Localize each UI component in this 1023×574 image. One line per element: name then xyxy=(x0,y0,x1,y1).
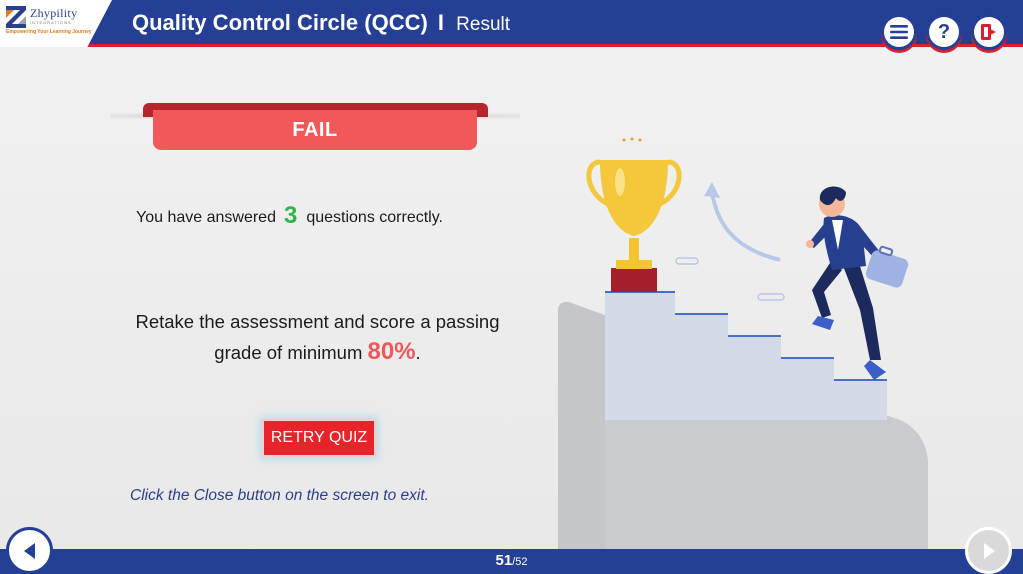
growth-arrow xyxy=(710,191,781,262)
page-title: Quality Control Circle (QCC) I Result xyxy=(132,10,510,36)
staircase-trophy-illustration xyxy=(558,137,928,550)
title-separator: I xyxy=(437,10,445,35)
section-title: Result xyxy=(456,14,511,35)
exit-instruction: Click the Close button on the screen to … xyxy=(130,487,429,504)
retake-text: Retake the assessment and score a passin… xyxy=(135,311,500,363)
retake-period: . xyxy=(415,342,421,363)
logo-name: Zhypility xyxy=(30,6,78,20)
climbing-person xyxy=(806,186,909,380)
retake-message: Retake the assessment and score a passin… xyxy=(110,307,525,368)
logo-tagline: Empowering Your Learning Journey xyxy=(6,29,92,35)
logo-subtitle: INTEGRATIONS xyxy=(30,20,72,25)
result-status-banner: FAIL xyxy=(153,110,477,150)
trophy-icon xyxy=(586,137,682,292)
score-prefix: You have answered xyxy=(136,209,276,226)
help-icon: ? xyxy=(937,20,951,43)
logo-mark-icon xyxy=(6,6,26,28)
hamburger-menu-icon xyxy=(890,25,908,39)
page-counter: 51/52 xyxy=(0,552,1023,569)
course-title: Quality Control Circle (QCC) xyxy=(132,10,428,35)
hill-front xyxy=(558,302,605,550)
exit-door-icon xyxy=(981,24,996,40)
passing-grade: 80% xyxy=(367,338,416,365)
chevron-right-icon xyxy=(983,542,995,559)
result-screen: Zhypility INTEGRATIONS Empowering Your L… xyxy=(0,0,1023,574)
retry-quiz-button[interactable]: RETRY QUIZ xyxy=(264,421,374,455)
score-suffix: questions correctly. xyxy=(306,209,443,226)
menu-button[interactable] xyxy=(881,14,917,50)
total-pages: /52 xyxy=(512,556,528,568)
correct-count: 3 xyxy=(283,202,298,229)
help-button[interactable]: ? xyxy=(926,14,962,50)
score-message: You have answered 3 questions correctly. xyxy=(136,202,443,232)
result-status-label: FAIL xyxy=(292,118,338,141)
exit-button[interactable] xyxy=(971,14,1007,50)
chevron-left-icon xyxy=(23,542,35,559)
current-page: 51 xyxy=(495,552,513,569)
next-button[interactable] xyxy=(965,527,1012,574)
previous-button[interactable] xyxy=(6,527,53,574)
